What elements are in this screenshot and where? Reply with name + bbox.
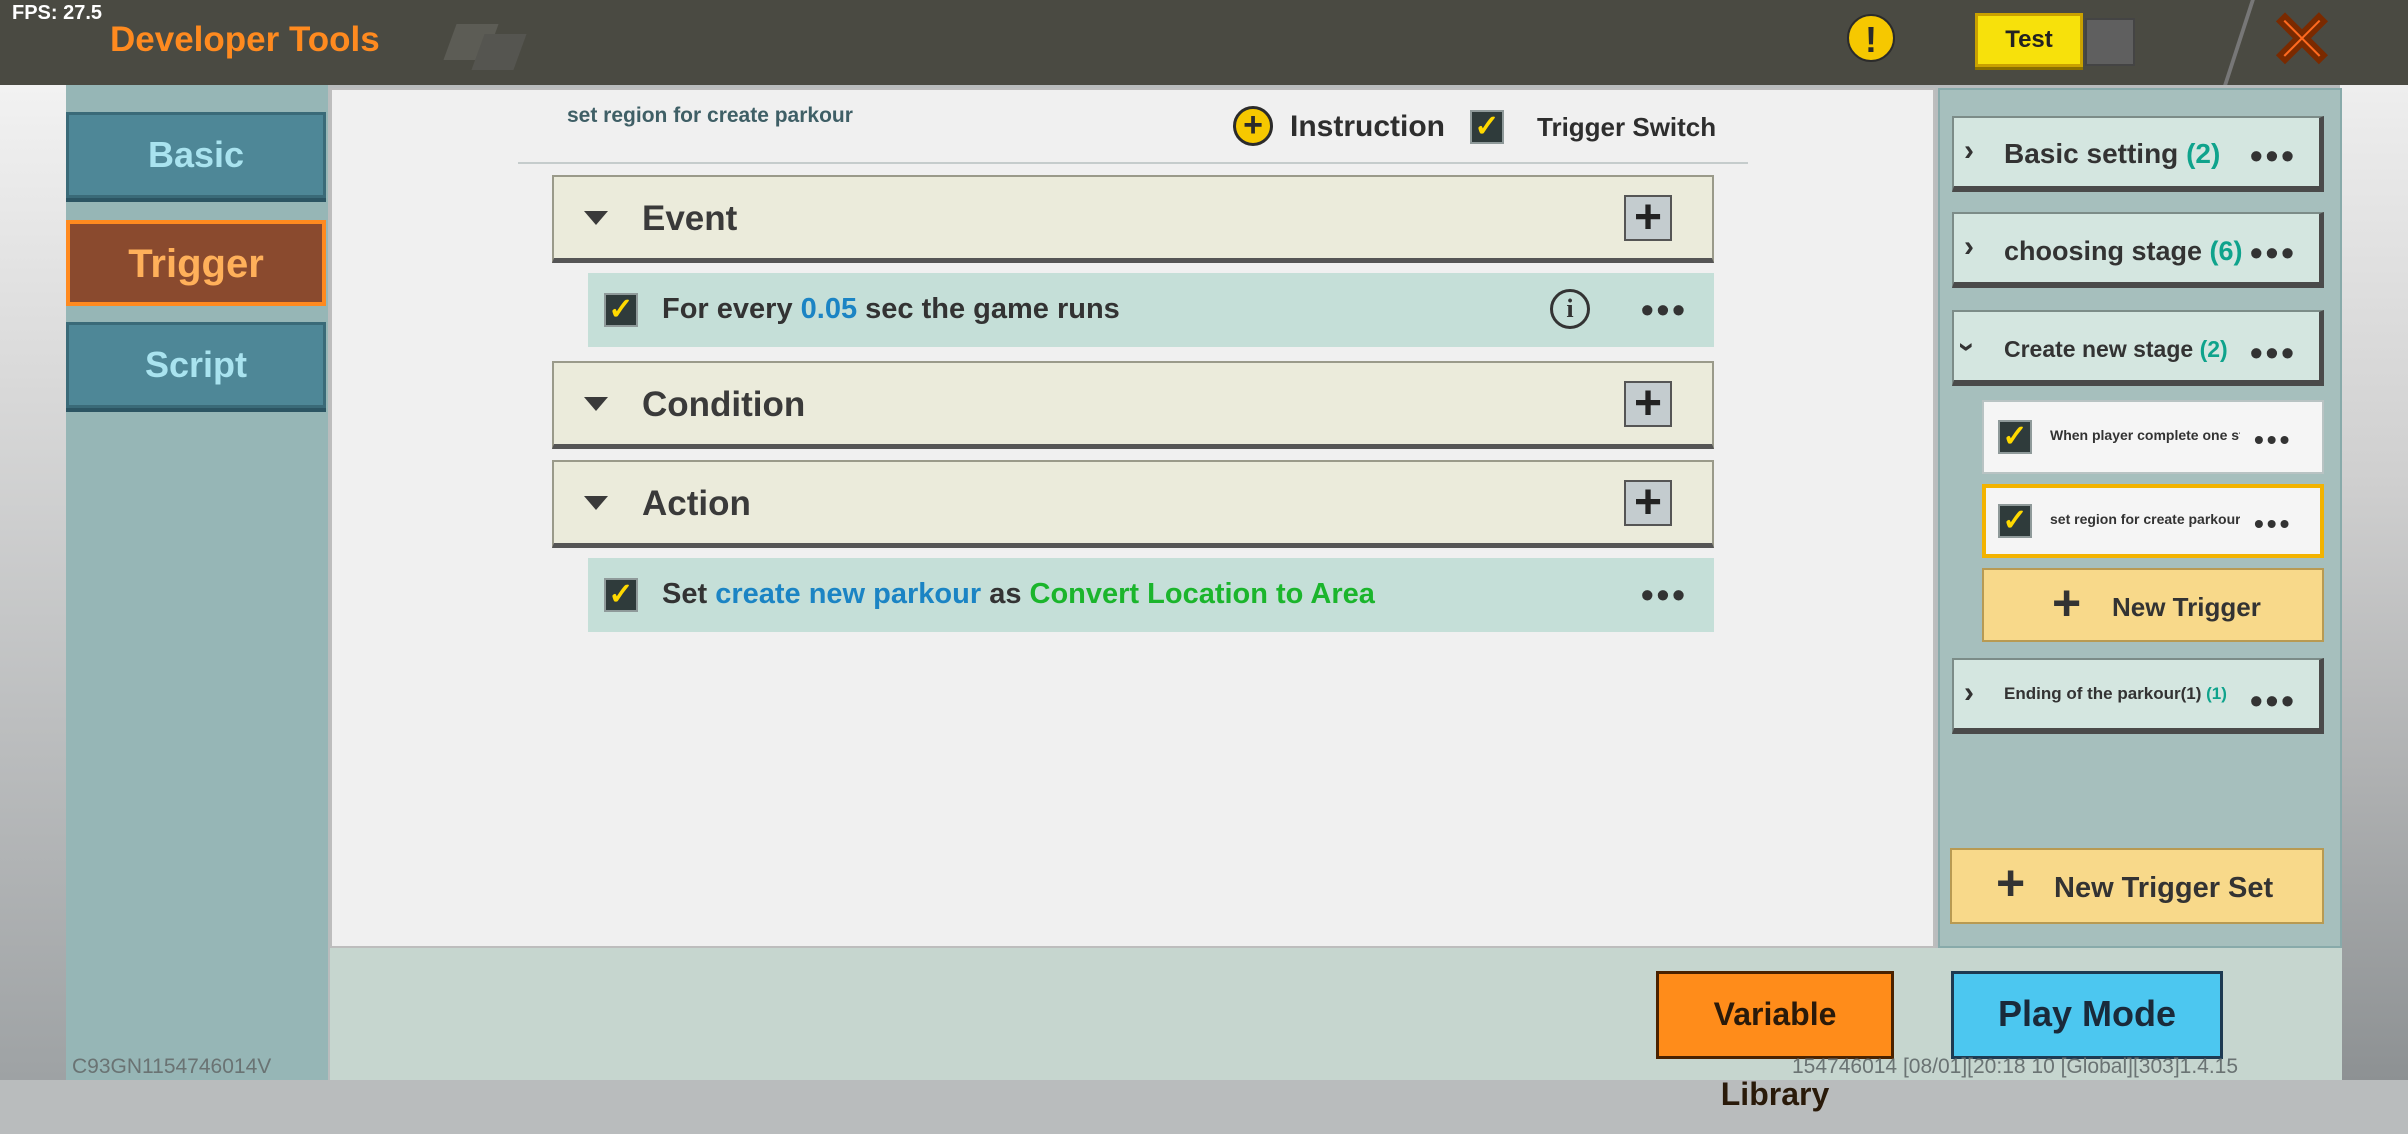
action-section-label: Action (642, 484, 751, 523)
trigger-title: set region for create parkour (567, 104, 853, 127)
top-bar: FPS: 27.5 Developer Tools ! Test ✕ (0, 0, 2408, 85)
warning-icon[interactable]: ! (1847, 14, 1895, 62)
trigger-set-count: (2) (2186, 138, 2221, 169)
background-right (2340, 85, 2408, 1080)
new-trigger-set-button[interactable]: + New Trigger Set (1950, 848, 2324, 924)
plus-icon: + (2052, 575, 2082, 631)
trigger-set-create-new-stage[interactable]: › Create new stage (2) ••• (1951, 310, 2324, 386)
event-row[interactable]: ✓ For every 0.05 sec the game runs i ••• (588, 273, 1714, 347)
close-icon[interactable]: ✕ (2269, 1, 2336, 80)
collapse-triangle-icon[interactable] (584, 397, 608, 411)
trigger-item-checkbox[interactable]: ✓ (1998, 420, 2032, 454)
action-row-text: Set create new parkour as Convert Locati… (662, 578, 1375, 611)
event-row-text: For every 0.05 sec the game runs (662, 293, 1120, 326)
action-text-set: Set (662, 578, 716, 610)
event-section-label: Event (642, 199, 738, 238)
test-toggle[interactable] (2085, 18, 2135, 66)
action-function[interactable]: Convert Location to Area (1030, 578, 1375, 610)
add-event-button[interactable]: + (1624, 194, 1672, 242)
add-action-button[interactable]: + (1624, 479, 1672, 527)
chevron-right-icon: › (1964, 230, 1974, 263)
tab-trigger[interactable]: Trigger (66, 220, 326, 306)
trigger-set-basic-setting[interactable]: › Basic setting (2) ••• (1952, 116, 2324, 192)
event-interval-value[interactable]: 0.05 (801, 293, 857, 325)
more-options-icon[interactable]: ••• (1641, 292, 1688, 328)
app-title: Developer Tools (110, 20, 380, 59)
trigger-set-label: Ending of the parkour(1) (2004, 684, 2207, 703)
chevron-right-icon: › (1964, 676, 1974, 709)
plus-icon: + (1996, 855, 2026, 911)
collapse-triangle-icon[interactable] (584, 211, 608, 225)
trigger-item-checkbox[interactable]: ✓ (1998, 504, 2032, 538)
instruction-plus-icon[interactable]: + (1233, 106, 1273, 146)
more-options-icon[interactable]: ••• (2250, 235, 2297, 271)
device-id: C93GN1154746014V (72, 1055, 272, 1078)
chevron-down-icon: › (1951, 342, 1984, 352)
trigger-set-name: choosing stage (6) (2004, 236, 2243, 267)
trigger-switch-label: Trigger Switch (1537, 112, 1717, 142)
trigger-set-ending-parkour[interactable]: › Ending of the parkour(1) (1) ••• (1952, 658, 2324, 734)
collapse-triangle-icon[interactable] (584, 496, 608, 510)
test-button[interactable]: Test (1975, 13, 2083, 67)
divider (2223, 0, 2255, 85)
fps-counter: FPS: 27.5 (12, 2, 103, 24)
trigger-set-choosing-stage[interactable]: › choosing stage (6) ••• (1952, 212, 2324, 288)
divider (518, 162, 1748, 164)
more-options-icon[interactable]: ••• (1641, 577, 1688, 613)
new-trigger-set-label: New Trigger Set (2054, 872, 2274, 904)
more-options-icon[interactable]: ••• (2250, 683, 2297, 719)
event-text-post: sec the game runs (857, 293, 1120, 325)
trigger-set-name: Basic setting (2) (2004, 138, 2220, 170)
trigger-set-name: Create new stage (2) (2004, 336, 2228, 363)
more-options-icon[interactable]: ••• (2254, 510, 2292, 538)
add-condition-button[interactable]: + (1624, 380, 1672, 428)
event-row-checkbox[interactable]: ✓ (604, 293, 638, 327)
trigger-item-player-complete[interactable]: ✓ When player complete one sta ••• (1982, 400, 2324, 474)
trigger-set-name: Ending of the parkour(1) (1) (2004, 684, 2227, 704)
action-variable[interactable]: create new parkour (715, 578, 981, 610)
action-row[interactable]: ✓ Set create new parkour as Convert Loca… (588, 558, 1714, 632)
trigger-set-count: (1) (2206, 684, 2227, 703)
variable-library-button[interactable]: Variable Library (1656, 971, 1894, 1112)
trigger-set-count: (6) (2209, 236, 2243, 266)
info-icon[interactable]: i (1550, 289, 1590, 329)
action-section: Action + (552, 460, 1714, 548)
trigger-set-label: choosing stage (2004, 236, 2210, 266)
new-trigger-label: New Trigger (2112, 592, 2261, 622)
background-left (0, 85, 66, 1080)
tab-basic[interactable]: Basic (66, 112, 326, 198)
condition-section-label: Condition (642, 385, 806, 424)
more-options-icon[interactable]: ••• (2250, 138, 2297, 174)
more-options-icon[interactable]: ••• (2250, 335, 2297, 371)
trigger-switch-checkbox[interactable]: ✓ (1470, 110, 1504, 144)
more-options-icon[interactable]: ••• (2254, 426, 2292, 454)
version-info: 154746014 [08/01][20:18 10 [Global][303]… (1792, 1055, 2239, 1078)
instruction-label[interactable]: Instruction (1290, 110, 1445, 144)
action-text-as: as (981, 578, 1030, 610)
trigger-item-label: set region for create parkour (2050, 511, 2240, 527)
new-trigger-button[interactable]: + New Trigger (1982, 568, 2324, 642)
trigger-set-label: Basic setting (2004, 138, 2187, 169)
action-row-checkbox[interactable]: ✓ (604, 578, 638, 612)
tab-script[interactable]: Script (66, 322, 326, 408)
play-mode-button[interactable]: Play Mode (1951, 971, 2223, 1059)
chevron-right-icon: › (1964, 134, 1974, 167)
event-section: Event + (552, 175, 1714, 263)
trigger-set-label: Create new stage (2004, 336, 2200, 362)
trigger-set-count: (2) (2199, 336, 2228, 362)
condition-section: Condition + (552, 361, 1714, 449)
event-text-pre: For every (662, 293, 801, 325)
trigger-item-set-region[interactable]: ✓ set region for create parkour ••• (1982, 484, 2324, 558)
trigger-item-label: When player complete one sta (2050, 427, 2240, 443)
